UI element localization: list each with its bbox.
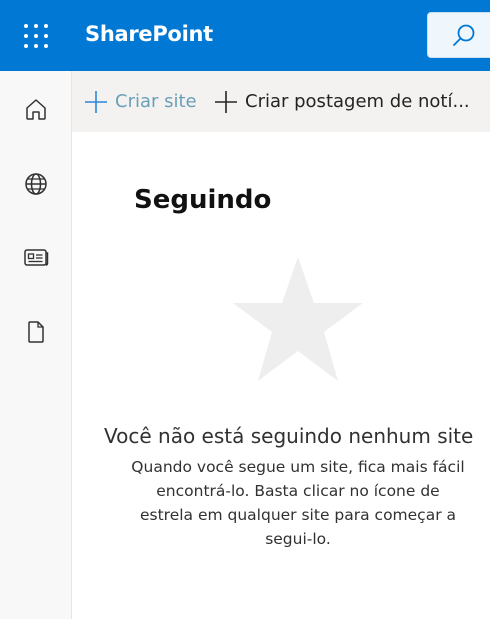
command-bar: Criar site Criar postagem de notí...	[72, 71, 490, 132]
create-news-post-button[interactable]: Criar postagem de notí...	[214, 71, 470, 132]
app-name[interactable]: SharePoint	[85, 22, 213, 46]
suite-header: SharePoint	[0, 0, 490, 71]
create-news-label: Criar postagem de notí...	[245, 91, 470, 112]
empty-state-title: Você não está seguindo nenhum site	[104, 424, 474, 448]
plus-icon	[85, 90, 107, 113]
news-icon[interactable]	[22, 243, 50, 271]
empty-state-description: Quando você segue um site, fica mais fác…	[131, 458, 465, 548]
plus-icon	[215, 90, 237, 113]
create-site-button[interactable]: Criar site	[84, 71, 197, 132]
create-site-label: Criar site	[115, 91, 197, 112]
star-icon	[233, 257, 363, 381]
home-icon[interactable]	[22, 95, 50, 123]
globe-icon[interactable]	[22, 170, 50, 198]
page-title: Seguindo	[134, 185, 272, 215]
search-icon	[453, 24, 475, 46]
left-rail	[0, 71, 72, 619]
document-icon[interactable]	[22, 318, 50, 346]
app-launcher-icon[interactable]	[24, 24, 48, 48]
search-box[interactable]	[427, 12, 490, 58]
